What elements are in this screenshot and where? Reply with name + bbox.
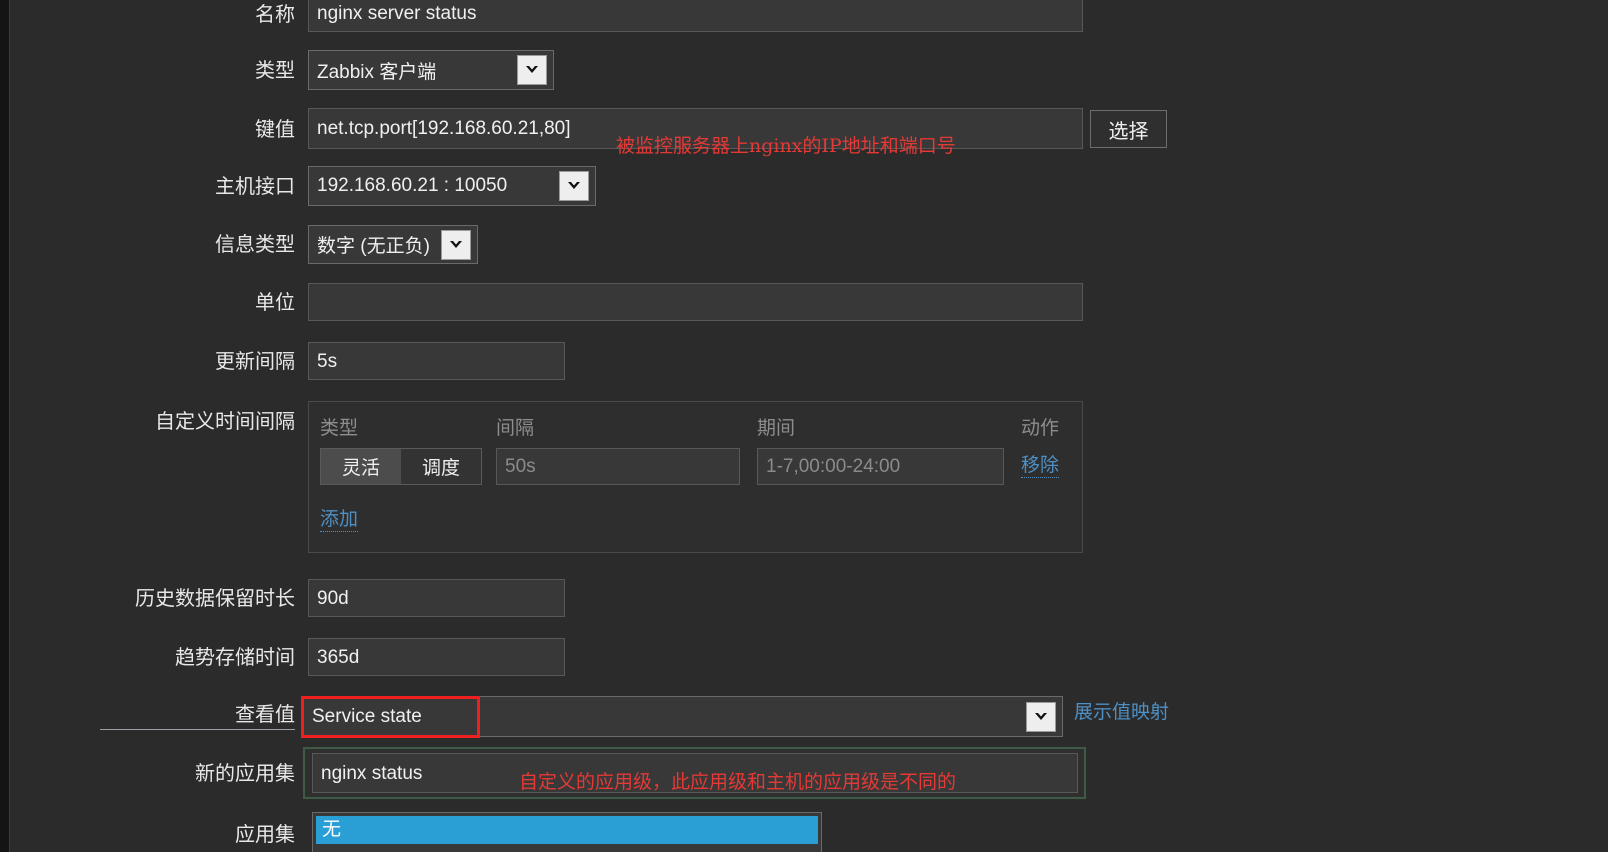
custom-intervals-column-interval: 间隔 — [496, 418, 535, 439]
update-interval-label: 更新间隔 — [215, 351, 295, 373]
trends-label: 趋势存储时间 — [175, 647, 295, 669]
name-input[interactable]: nginx server status — [308, 0, 1083, 32]
custom-interval-add-link[interactable]: 添加 — [320, 509, 359, 532]
zabbix-item-form-screen: 名称 nginx server status 类型 Zabbix 客户端 键值 … — [0, 0, 1608, 852]
info-type-label: 信息类型 — [215, 234, 295, 256]
custom-intervals-column-period: 期间 — [757, 418, 796, 439]
custom-interval-remove-link[interactable]: 移除 — [1021, 455, 1060, 478]
interval-type-flexible-button[interactable]: 灵活 — [321, 449, 401, 484]
value-map-select-value: Service state — [312, 705, 422, 727]
history-input[interactable]: 90d — [308, 579, 565, 617]
new-application-annotation: 自定义的应用级，此应用级和主机的应用级是不同的 — [519, 771, 957, 793]
key-select-button[interactable]: 选择 — [1090, 110, 1167, 148]
name-label: 名称 — [255, 4, 295, 26]
value-map-label: 查看值 — [100, 702, 295, 730]
custom-intervals-column-action: 动作 — [1021, 418, 1060, 439]
type-select[interactable]: Zabbix 客户端 — [308, 50, 554, 90]
chevron-down-icon — [441, 229, 471, 260]
history-label: 历史数据保留时长 — [135, 588, 295, 610]
new-application-label: 新的应用集 — [195, 763, 295, 785]
chevron-down-icon — [559, 171, 589, 201]
custom-intervals-column-type: 类型 — [320, 418, 359, 439]
host-interface-select[interactable]: 192.168.60.21 : 10050 — [308, 166, 596, 206]
units-label: 单位 — [255, 292, 295, 314]
key-label: 键值 — [255, 119, 295, 141]
type-label: 类型 — [255, 60, 295, 82]
custom-interval-value-input[interactable]: 50s — [496, 448, 740, 485]
chevron-down-icon — [1026, 701, 1056, 732]
interval-type-toggle[interactable]: 灵活 调度 — [320, 448, 482, 485]
interval-type-scheduling-button[interactable]: 调度 — [401, 449, 481, 484]
update-interval-input[interactable]: 5s — [308, 342, 565, 380]
units-input[interactable] — [308, 283, 1083, 321]
type-select-value: Zabbix 客户端 — [317, 61, 437, 83]
applications-label: 应用集 — [235, 824, 295, 846]
chevron-down-icon — [517, 55, 547, 85]
custom-interval-period-input[interactable]: 1-7,00:00-24:00 — [757, 448, 1004, 485]
item-configuration-form: 名称 nginx server status 类型 Zabbix 客户端 键值 … — [0, 0, 1608, 852]
host-interface-label: 主机接口 — [215, 176, 295, 198]
applications-listbox[interactable]: 无 — [312, 812, 822, 852]
info-type-select[interactable]: 数字 (无正负) — [308, 225, 478, 264]
show-value-mapping-link[interactable]: 展示值映射 — [1074, 702, 1169, 724]
custom-intervals-label: 自定义时间间隔 — [155, 411, 295, 433]
info-type-select-value: 数字 (无正负) — [317, 236, 430, 257]
host-interface-select-value: 192.168.60.21 : 10050 — [317, 175, 508, 196]
applications-option-none[interactable]: 无 — [316, 816, 818, 844]
trends-input[interactable]: 365d — [308, 638, 565, 676]
value-map-select[interactable]: Service state — [303, 696, 1063, 737]
key-annotation: 被监控服务器上nginx的IP地址和端口号 — [616, 135, 956, 157]
